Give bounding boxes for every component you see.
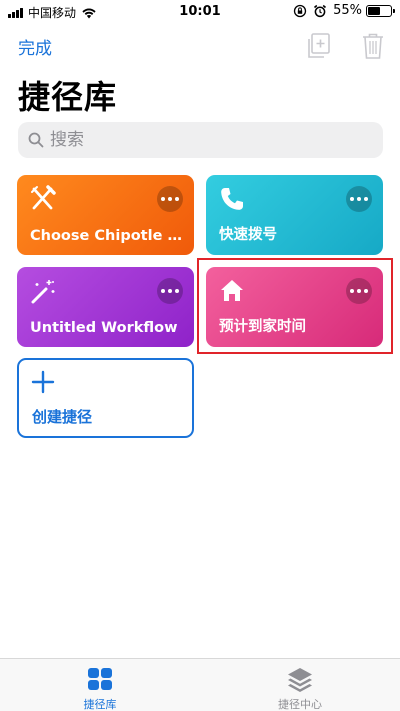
battery-icon	[366, 4, 395, 17]
more-button[interactable]	[346, 278, 372, 304]
plus-icon	[31, 370, 55, 394]
shortcut-label: 快速拨号	[219, 227, 277, 243]
shortcut-card-untitled-workflow[interactable]: Untitled Workflow	[17, 267, 194, 347]
page-title: 捷径库	[18, 78, 118, 116]
tab-label: 捷径库	[83, 698, 117, 711]
duplicate-icon[interactable]	[305, 32, 331, 60]
battery-percent: 55%	[333, 3, 362, 18]
tab-label: 捷径中心	[278, 698, 322, 711]
shortcut-card-eta-home[interactable]: 预计到家时间	[206, 267, 383, 347]
shortcut-label: Choose Chipotle O...	[30, 228, 184, 244]
trash-icon[interactable]	[360, 32, 386, 60]
search-icon	[28, 132, 44, 148]
more-button[interactable]	[157, 186, 183, 212]
orientation-lock-icon	[293, 4, 307, 17]
battery-fill	[368, 6, 380, 15]
shortcut-card-speed-dial[interactable]: 快速拨号	[206, 175, 383, 255]
magic-wand-icon	[31, 280, 55, 304]
shortcut-card-choose-chipotle[interactable]: Choose Chipotle O...	[17, 175, 194, 255]
phone-icon	[221, 188, 243, 210]
status-bar: 中国移动 10:01 55%	[0, 0, 400, 24]
grid-icon	[88, 668, 112, 690]
done-button[interactable]: 完成	[18, 34, 52, 59]
create-shortcut-label: 创建捷径	[32, 408, 93, 426]
fork-knife-icon	[31, 185, 56, 210]
search-bar[interactable]	[18, 122, 383, 158]
search-input[interactable]	[50, 130, 350, 150]
create-shortcut-button[interactable]: 创建捷径	[17, 358, 194, 438]
tab-bar: 捷径库 捷径中心	[0, 658, 400, 711]
layers-icon	[288, 668, 312, 692]
tab-gallery[interactable]: 捷径中心	[240, 665, 360, 711]
shortcut-label: Untitled Workflow	[30, 320, 178, 336]
home-icon	[221, 280, 243, 301]
alarm-icon	[314, 4, 327, 17]
more-button[interactable]	[346, 186, 372, 212]
more-button[interactable]	[157, 278, 183, 304]
shortcut-label: 预计到家时间	[219, 319, 306, 335]
status-right: 55%	[293, 3, 395, 18]
tab-library[interactable]: 捷径库	[40, 665, 160, 711]
